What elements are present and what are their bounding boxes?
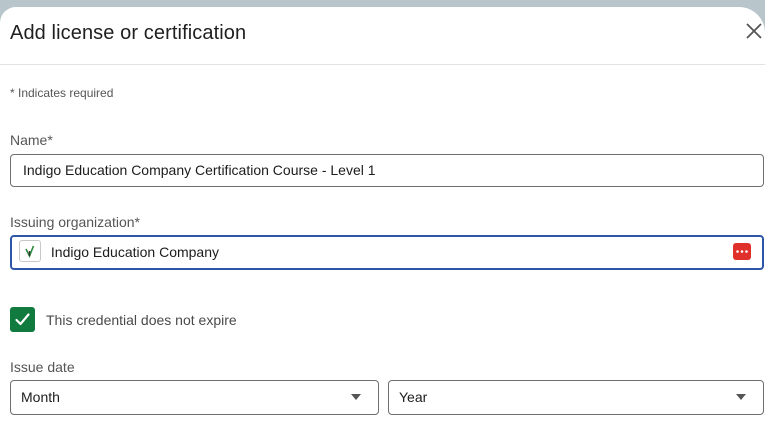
dialog-title: Add license or certification <box>10 22 247 44</box>
issue-month-value: Month <box>21 389 60 405</box>
issue-month-select[interactable]: Month <box>10 380 379 415</box>
required-note: * Indicates required <box>10 86 114 100</box>
dialog-header: Add license or certification <box>0 7 765 65</box>
issuing-org-input[interactable]: Indigo Education Company <box>10 235 764 270</box>
org-logo-icon <box>19 240 41 263</box>
name-input-value: Indigo Education Company Certification C… <box>23 162 376 178</box>
name-label: Name* <box>10 132 53 148</box>
close-icon <box>746 23 762 39</box>
caret-down-icon <box>736 394 746 400</box>
password-manager-icon[interactable] <box>733 243 751 260</box>
close-button[interactable] <box>744 21 765 47</box>
no-expire-checkbox[interactable] <box>10 307 35 332</box>
issue-year-value: Year <box>399 389 428 405</box>
caret-down-icon <box>351 394 361 400</box>
issuing-org-label: Issuing organization* <box>10 214 140 230</box>
issuing-org-value: Indigo Education Company <box>50 243 219 260</box>
no-expire-label: This credential does not expire <box>46 312 237 328</box>
name-input[interactable]: Indigo Education Company Certification C… <box>10 154 764 187</box>
issue-year-select[interactable]: Year <box>388 380 764 415</box>
add-certification-dialog: Add license or certification * Indicates… <box>0 7 765 447</box>
checkmark-icon <box>15 313 30 326</box>
issue-date-label: Issue date <box>10 359 75 375</box>
